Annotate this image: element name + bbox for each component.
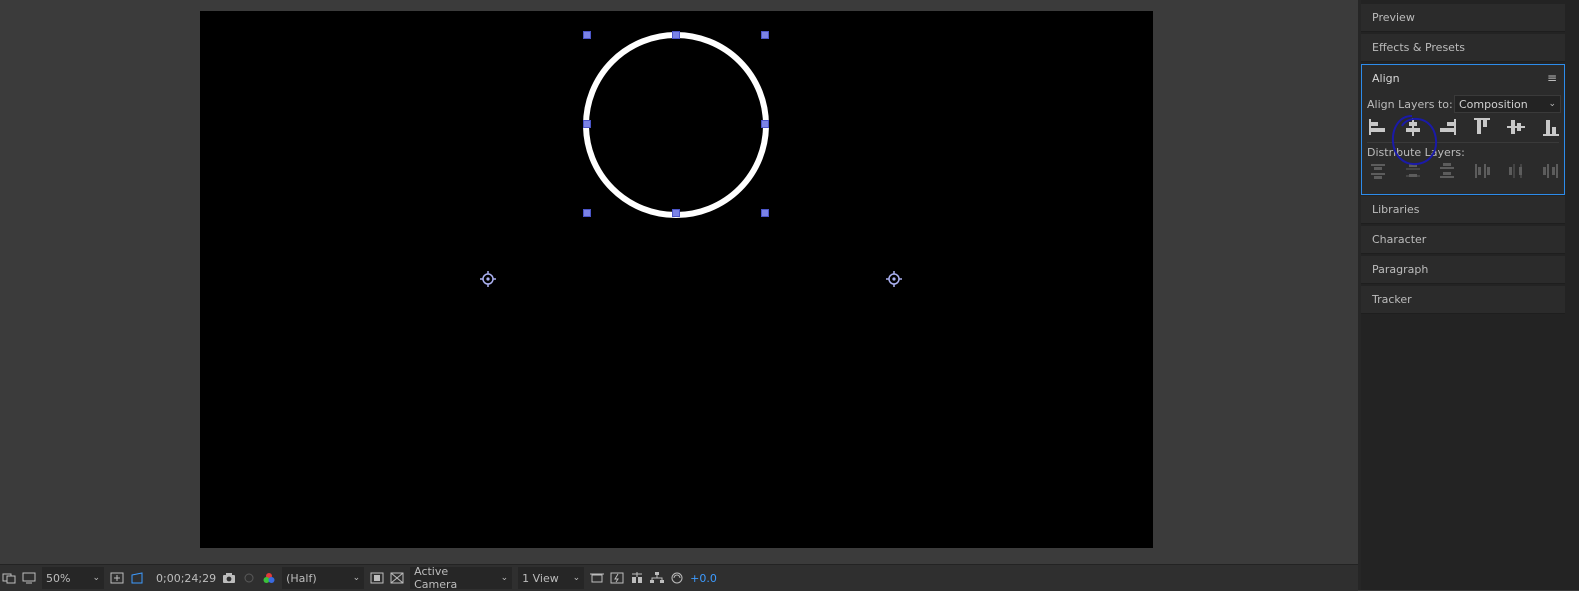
panel-tab-character[interactable]: Character <box>1361 226 1565 254</box>
always-preview-icon[interactable] <box>2 567 16 589</box>
view-layout-value: 1 View <box>522 571 559 585</box>
magnification-dropdown[interactable]: 50% ⌄ <box>42 567 104 589</box>
panel-tab-label: Character <box>1372 233 1427 246</box>
chevron-down-icon: ⌄ <box>352 573 361 583</box>
resolution-value: (Half) <box>286 571 317 585</box>
align-bottom-icon[interactable] <box>1540 116 1562 138</box>
camera-view-dropdown[interactable]: Active Camera ⌄ <box>410 565 513 591</box>
align-top-icon[interactable] <box>1471 116 1493 138</box>
align-layers-to-label: Align Layers to: <box>1367 98 1453 111</box>
panel-tab-paragraph[interactable]: Paragraph <box>1361 256 1565 284</box>
transform-handle[interactable] <box>583 120 591 128</box>
annotation-circle-icon <box>1391 115 1438 166</box>
exposure-value[interactable]: +0.0 <box>690 567 717 589</box>
toggle-pixel-aspect-icon[interactable] <box>590 567 605 589</box>
color-channels-icon[interactable] <box>262 567 276 589</box>
panel-tab-effects-presets[interactable]: Effects & Presets <box>1361 34 1565 62</box>
distribute-horizontal-center-icon[interactable] <box>1505 160 1527 182</box>
monitor-icon[interactable] <box>22 567 36 589</box>
distribute-top-icon[interactable] <box>1367 160 1389 182</box>
align-layers-to-value: Composition <box>1459 97 1528 111</box>
panel-tab-tracker[interactable]: Tracker <box>1361 286 1565 314</box>
panel-tab-label: Libraries <box>1372 203 1420 216</box>
camera-view-value: Active Camera <box>414 565 458 591</box>
transform-handle[interactable] <box>761 120 769 128</box>
right-panel-stack: Preview Effects & Presets Align ≡ Align … <box>1361 0 1579 590</box>
chevron-down-icon: ⌄ <box>1548 99 1556 109</box>
chevron-down-icon: ⌄ <box>572 573 581 583</box>
transform-handle[interactable] <box>583 209 591 217</box>
align-panel-title[interactable]: Align <box>1372 72 1400 85</box>
flowchart-icon[interactable] <box>650 567 665 589</box>
fast-previews-icon[interactable] <box>610 567 624 589</box>
snapshot-camera-icon[interactable] <box>222 567 236 589</box>
resolution-dropdown[interactable]: (Half) ⌄ <box>282 567 365 589</box>
chevron-down-icon: ⌄ <box>500 573 509 583</box>
composition-viewer[interactable]: 50% ⌄ 0;00;24;29 (Half) ⌄ Active Camera … <box>0 0 1358 591</box>
mask-visibility-icon[interactable] <box>130 567 144 589</box>
composition-canvas[interactable] <box>200 11 1153 548</box>
ellipse-layer[interactable] <box>583 32 769 218</box>
panel-tab-label: Tracker <box>1372 293 1412 306</box>
transform-handle[interactable] <box>761 31 769 39</box>
distribute-right-icon[interactable] <box>1540 160 1562 182</box>
timeline-icon[interactable] <box>630 567 644 589</box>
transform-handle[interactable] <box>672 31 680 39</box>
panel-tab-label: Preview <box>1372 11 1415 24</box>
transform-handle[interactable] <box>583 31 591 39</box>
transparency-grid-icon[interactable] <box>390 567 404 589</box>
transform-handle[interactable] <box>672 209 680 217</box>
show-snapshot-icon[interactable] <box>242 567 256 589</box>
magnification-value: 50% <box>46 571 71 585</box>
reset-exposure-icon[interactable] <box>670 567 684 589</box>
safe-margins-icon[interactable] <box>110 567 124 589</box>
viewer-footer-toolbar: 50% ⌄ 0;00;24;29 (Half) ⌄ Active Camera … <box>0 564 1358 591</box>
view-layout-dropdown[interactable]: 1 View ⌄ <box>518 567 585 589</box>
panel-menu-icon[interactable]: ≡ <box>1547 71 1557 85</box>
distribute-left-icon[interactable] <box>1471 160 1493 182</box>
region-of-interest-icon[interactable] <box>370 567 384 589</box>
panel-tab-label: Effects & Presets <box>1372 41 1465 54</box>
align-vertical-center-icon[interactable] <box>1505 116 1527 138</box>
panel-tab-label: Paragraph <box>1372 263 1429 276</box>
align-left-icon[interactable] <box>1367 116 1389 138</box>
align-layers-to-dropdown[interactable]: Composition ⌄ <box>1454 95 1561 113</box>
panel-tab-libraries[interactable]: Libraries <box>1361 196 1565 224</box>
panel-tab-preview[interactable]: Preview <box>1361 4 1565 32</box>
transform-handle[interactable] <box>761 209 769 217</box>
current-time[interactable]: 0;00;24;29 <box>156 567 216 589</box>
anchor-point-icon[interactable] <box>886 271 902 287</box>
anchor-point-icon[interactable] <box>480 271 496 287</box>
chevron-down-icon: ⌄ <box>92 573 100 583</box>
